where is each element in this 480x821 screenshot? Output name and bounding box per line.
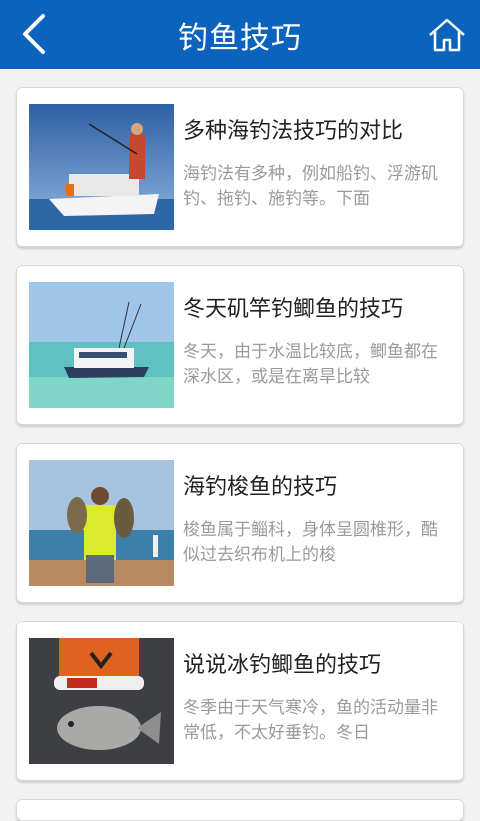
article-summary: 冬季由于天气寒冷，鱼的活动量非常低，不太好垂钓。冬日	[183, 698, 438, 743]
article-card[interactable]: 说说冰钓鲫鱼的技巧 冬季由于天气寒冷，鱼的活动量非常低，不太好垂钓。冬日	[16, 621, 464, 781]
back-button[interactable]	[10, 10, 58, 58]
article-summary: 海钓法有多种，例如船钓、浮游矶钓、拖钓、施钓等。下面	[183, 164, 438, 209]
article-summary: 冬天，由于水温比较底，鲫鱼都在深水区，或是在离旱比较	[183, 342, 438, 387]
article-summary: 梭鱼属于鲻科，身体呈圆椎形，酷似过去织布机上的梭	[183, 520, 438, 565]
home-button[interactable]	[422, 10, 472, 60]
article-card[interactable]: 多种海钓法技巧的对比 海钓法有多种，例如船钓、浮游矶钓、拖钓、施钓等。下面	[16, 87, 464, 247]
article-card[interactable]: 海钓梭鱼的技巧 梭鱼属于鲻科，身体呈圆椎形，酷似过去织布机上的梭	[16, 443, 464, 603]
home-icon	[429, 18, 465, 52]
article-thumbnail	[29, 104, 174, 230]
article-card[interactable]: 冬天矶竿钓鲫鱼的技巧 冬天，由于水温比较底，鲫鱼都在深水区，或是在离旱比较	[16, 265, 464, 425]
article-thumbnail	[29, 460, 174, 586]
page-title: 钓鱼技巧	[178, 20, 302, 56]
app-header: 钓鱼技巧	[0, 0, 480, 69]
back-arrow-icon	[23, 14, 45, 54]
article-title: 说说冰钓鲫鱼的技巧	[183, 653, 382, 678]
article-thumbnail	[29, 638, 174, 764]
article-title: 海钓梭鱼的技巧	[183, 475, 338, 500]
article-title: 冬天矶竿钓鲫鱼的技巧	[183, 297, 404, 322]
article-card[interactable]	[16, 799, 464, 821]
article-list: 多种海钓法技巧的对比 海钓法有多种，例如船钓、浮游矶钓、拖钓、施钓等。下面 冬天…	[0, 69, 480, 821]
article-thumbnail	[29, 282, 174, 408]
article-title: 多种海钓法技巧的对比	[183, 119, 404, 144]
